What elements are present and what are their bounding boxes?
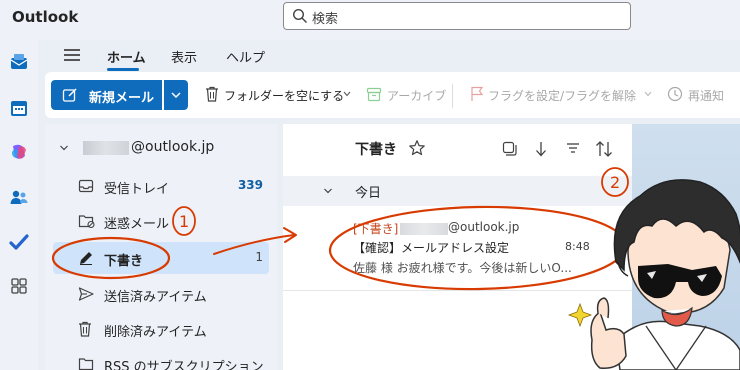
- more-apps-icon[interactable]: [9, 276, 29, 296]
- folder-label: RSS のサブスクリプション: [104, 360, 264, 370]
- folder-drafts[interactable]: 下書き 1: [53, 242, 269, 274]
- flag-button[interactable]: フラグを設定/フラグを解除: [488, 87, 636, 104]
- item-count: 1: [255, 250, 263, 264]
- search-input[interactable]: 検索: [312, 8, 338, 27]
- redacted-account-name: [83, 141, 129, 155]
- search-box[interactable]: 検索: [283, 2, 631, 30]
- subject: 【確認】メールアドレス設定: [353, 241, 510, 255]
- folder-junk[interactable]: 迷惑メール: [53, 206, 269, 236]
- filter-icon[interactable]: [565, 140, 581, 156]
- chevron-down-icon[interactable]: [643, 89, 653, 99]
- inbox-icon: [78, 179, 94, 193]
- jump-to-icon[interactable]: [534, 140, 548, 158]
- account-label: @outlook.jp: [131, 139, 215, 155]
- ribbon-tabs: ホーム 表示 ヘルプ: [38, 40, 740, 72]
- divider: [283, 290, 632, 291]
- redacted-sender: [400, 223, 448, 235]
- folder-label: 受信トレイ: [104, 182, 170, 197]
- folder-sent[interactable]: 送信済みアイテム: [53, 279, 269, 309]
- folder-deleted[interactable]: 削除済みアイテム: [53, 314, 269, 344]
- tab-help[interactable]: ヘルプ: [226, 47, 265, 66]
- select-icon[interactable]: [501, 140, 517, 156]
- folder-icon: [78, 358, 94, 370]
- send-icon: [78, 287, 94, 301]
- chevron-down-icon[interactable]: [59, 143, 69, 153]
- folder-pane: @outlook.jp 受信トレイ 339 迷惑メール 下書き 1 送信済みアイ…: [45, 124, 277, 370]
- archive-button[interactable]: アーカイブ: [387, 87, 446, 104]
- new-mail-button[interactable]: 新規メール: [51, 80, 162, 110]
- hamburger-menu-icon[interactable]: [63, 48, 81, 62]
- trash-icon: [79, 321, 91, 337]
- new-mail-dropdown-button[interactable]: [164, 80, 188, 110]
- message-list: 下書き 今日 [下書き] @outlook.jp 【確認】メールアドレス設定 8…: [283, 124, 632, 370]
- tab-home[interactable]: ホーム: [107, 47, 146, 66]
- title-bar: Outlook 検索: [0, 0, 740, 40]
- copilot-icon[interactable]: [9, 142, 29, 162]
- sender: @outlook.jp: [448, 220, 520, 234]
- pencil-icon: [80, 252, 92, 265]
- chevron-down-icon[interactable]: [342, 89, 352, 99]
- chevron-down-icon: [171, 92, 181, 99]
- unread-count: 339: [237, 178, 263, 192]
- list-title: 下書き: [355, 142, 397, 158]
- star-icon[interactable]: [408, 139, 426, 157]
- group-header[interactable]: 今日: [283, 176, 632, 206]
- app-title: Outlook: [12, 8, 79, 26]
- preview-text: 佐藤 様 お疲れ様です。今後は新しいO...: [353, 261, 572, 275]
- empty-folder-button[interactable]: フォルダーを空にする: [224, 87, 344, 104]
- flag-icon: [471, 86, 484, 101]
- compose-icon: [62, 88, 77, 102]
- search-icon: [292, 8, 307, 23]
- archive-icon: [366, 87, 382, 102]
- clock-icon: [667, 86, 683, 102]
- tab-view[interactable]: 表示: [171, 47, 197, 66]
- ribbon-toolbar: 新規メール フォルダーを空にする アーカイブ フラグを設定/フラグを解除 再通知: [45, 72, 740, 118]
- sort-icon[interactable]: [595, 140, 613, 158]
- group-label: 今日: [355, 186, 382, 201]
- new-mail-label: 新規メール: [89, 91, 155, 106]
- folder-rss[interactable]: RSS のサブスクリプション: [53, 349, 269, 370]
- folder-label: 削除済みアイテム: [104, 325, 207, 340]
- timestamp: 8:48: [565, 240, 590, 253]
- junk-icon: [78, 215, 95, 229]
- reading-pane: [632, 124, 740, 370]
- folder-label: 迷惑メール: [104, 217, 170, 232]
- todo-app-icon[interactable]: [9, 232, 29, 252]
- account-header[interactable]: @outlook.jp: [45, 136, 277, 160]
- snooze-button[interactable]: 再通知: [688, 87, 724, 104]
- folder-label: 送信済みアイテム: [104, 290, 207, 305]
- app-rail: [0, 40, 38, 370]
- calendar-app-icon[interactable]: [9, 98, 29, 118]
- chevron-down-icon[interactable]: [323, 186, 333, 196]
- folder-inbox[interactable]: 受信トレイ 339: [53, 171, 269, 201]
- mail-app-icon[interactable]: [9, 52, 29, 72]
- draft-tag: [下書き]: [353, 222, 399, 236]
- trash-icon: [206, 86, 218, 102]
- list-item[interactable]: [下書き] @outlook.jp 【確認】メールアドレス設定 8:48 佐藤 …: [283, 208, 632, 288]
- toolbar-divider: [452, 84, 453, 108]
- people-app-icon[interactable]: [9, 188, 29, 208]
- folder-label: 下書き: [104, 254, 144, 269]
- active-tab-indicator: [107, 68, 139, 71]
